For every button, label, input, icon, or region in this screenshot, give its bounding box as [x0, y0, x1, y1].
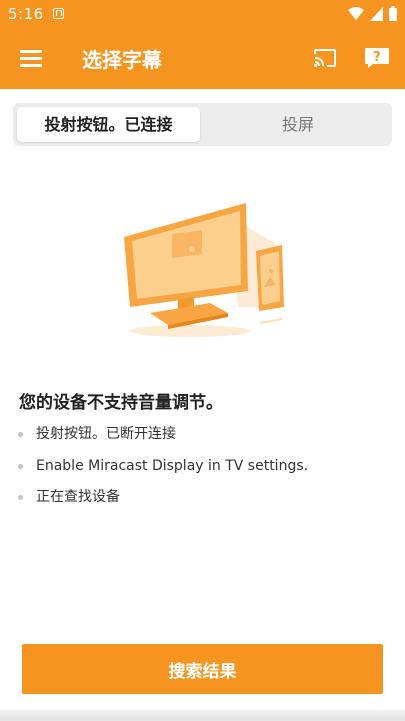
tab-cast-button[interactable]: 投射按钮。已连接 — [17, 107, 200, 142]
tab-bar: 投射按钮。已连接 投屏 — [13, 103, 392, 146]
page-title: 选择字幕 — [82, 48, 162, 72]
list-item-text: 正在查找设备 — [36, 489, 120, 505]
search-results-button[interactable]: 搜索结果 — [22, 644, 383, 694]
help-feedback-icon[interactable]: ? — [364, 47, 390, 69]
app-bar: 选择字幕 ? — [0, 27, 405, 89]
notification-a-icon — [53, 8, 64, 19]
wifi-icon — [348, 6, 364, 20]
list-item: Enable Miracast Display in TV settings. — [18, 456, 308, 488]
hint-list: 投射按钮。已断开连接 Enable Miracast Display in TV… — [18, 424, 308, 519]
bullet-dot — [18, 463, 23, 469]
status-bar: 5:16 — [0, 0, 405, 27]
navigation-bar-edge — [0, 710, 405, 721]
unsupported-message-title: 您的设备不支持音量调节。 — [19, 393, 223, 413]
list-item-text: Enable Miracast Display in TV settings. — [36, 457, 309, 474]
list-item: 正在查找设备 — [18, 487, 308, 519]
tab-screen-mirror[interactable]: 投屏 — [213, 107, 383, 142]
tv-phone-illustration — [124, 203, 284, 337]
svg-text:?: ? — [373, 50, 381, 65]
bullet-dot — [18, 495, 23, 500]
status-time: 5:16 — [8, 5, 44, 23]
signal-icon — [370, 6, 383, 21]
list-item-text: 投射按钮。已断开连接 — [36, 426, 176, 442]
status-icons — [348, 6, 397, 21]
battery-icon — [389, 6, 397, 21]
list-item: 投射按钮。已断开连接 — [18, 424, 308, 456]
menu-icon[interactable] — [20, 50, 42, 67]
bullet-dot — [18, 432, 23, 437]
cast-icon[interactable] — [313, 48, 337, 68]
